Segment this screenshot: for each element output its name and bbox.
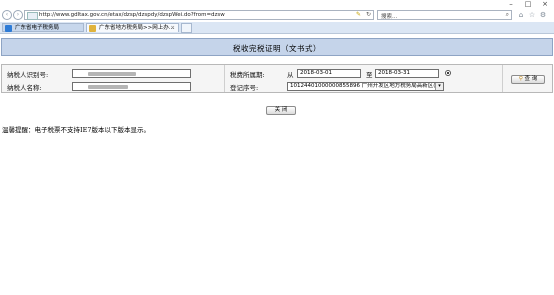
site-icon [89,25,96,32]
tab-bar: 广东省电子税务局 广东省地方税务局>>网上办... × [0,22,554,34]
redacted-value [88,85,128,89]
tab-label: 广东省电子税务局 [15,25,60,31]
browser-notice: 温馨提醒：电子税票不支持IE7版本以下版本显示。 [2,126,150,134]
search-input[interactable]: 搜索... [381,12,397,20]
search-icon: ⚲ [518,76,523,82]
registration-no-label: 登记序号: [230,84,259,92]
forward-icon[interactable]: › [13,10,23,20]
site-icon [5,25,12,32]
maximize-button[interactable]: □ [520,0,536,9]
compat-icon[interactable]: ✎ [356,11,361,18]
tab-label: 广东省地方税务局>>网上办... [99,25,174,31]
tax-period-label: 税费所属期: [230,71,265,79]
close-window-button[interactable]: × [537,0,553,9]
divider [224,65,225,92]
date-from-input[interactable]: 2018-03-01 [297,69,361,78]
url-text: http://www.gdltax.gov.cn/etax/dzsp/dzspd… [39,12,225,18]
window-title-bar: – □ × [0,0,554,9]
close-button[interactable]: 关 闭 [266,106,296,115]
taxpayer-id-field [72,69,191,78]
from-label: 从 [287,71,294,79]
new-tab-button[interactable] [181,23,192,33]
redacted-value [88,72,136,76]
query-form: 纳税人识别号: 纳税人名称: 税费所属期: 从 2018-03-01 至 201… [1,64,553,93]
query-button[interactable]: ⚲ 查 询 [511,75,545,84]
settings-gear-icon[interactable]: ⚙ [539,11,547,19]
minimize-button[interactable]: – [503,0,519,9]
tab-local-tax-bureau[interactable]: 广东省地方税务局>>网上办... × [86,23,179,32]
taxpayer-id-label: 纳税人识别号: [7,71,49,79]
taxpayer-name-field [72,82,191,91]
search-box[interactable]: 搜索... ⌕ [377,10,512,20]
home-icon[interactable]: ⌂ [517,11,525,19]
browser-address-row: ‹ › http://www.gdltax.gov.cn/etax/dzsp/d… [0,9,554,22]
back-icon[interactable]: ‹ [2,10,12,20]
query-button-label: 查 询 [524,76,538,82]
tab-etax-bureau[interactable]: 广东省电子税务局 [2,23,84,32]
divider [502,65,503,92]
page-header: 税收完税证明（文书式） [1,38,553,56]
address-bar[interactable]: http://www.gdltax.gov.cn/etax/dzsp/dzspd… [24,10,374,20]
chevron-down-icon[interactable]: ▾ [435,83,443,90]
page-icon [27,12,38,20]
favorites-icon[interactable]: ☆ [528,11,536,19]
registration-no-value: 10124401000000855896 广州开发区地方税务局高新区( [290,83,436,89]
page-title: 税收完税证明（文书式） [233,44,321,53]
registration-no-select[interactable]: 10124401000000855896 广州开发区地方税务局高新区( ▾ [287,82,444,91]
date-to-input[interactable]: 2018-03-31 [375,69,439,78]
refresh-icon[interactable]: ↻ [366,11,371,18]
taxpayer-name-label: 纳税人名称: [7,84,42,92]
period-radio[interactable] [445,70,451,76]
search-icon[interactable]: ⌕ [506,11,509,19]
close-tab-icon[interactable]: × [170,24,175,33]
to-label: 至 [366,71,373,79]
